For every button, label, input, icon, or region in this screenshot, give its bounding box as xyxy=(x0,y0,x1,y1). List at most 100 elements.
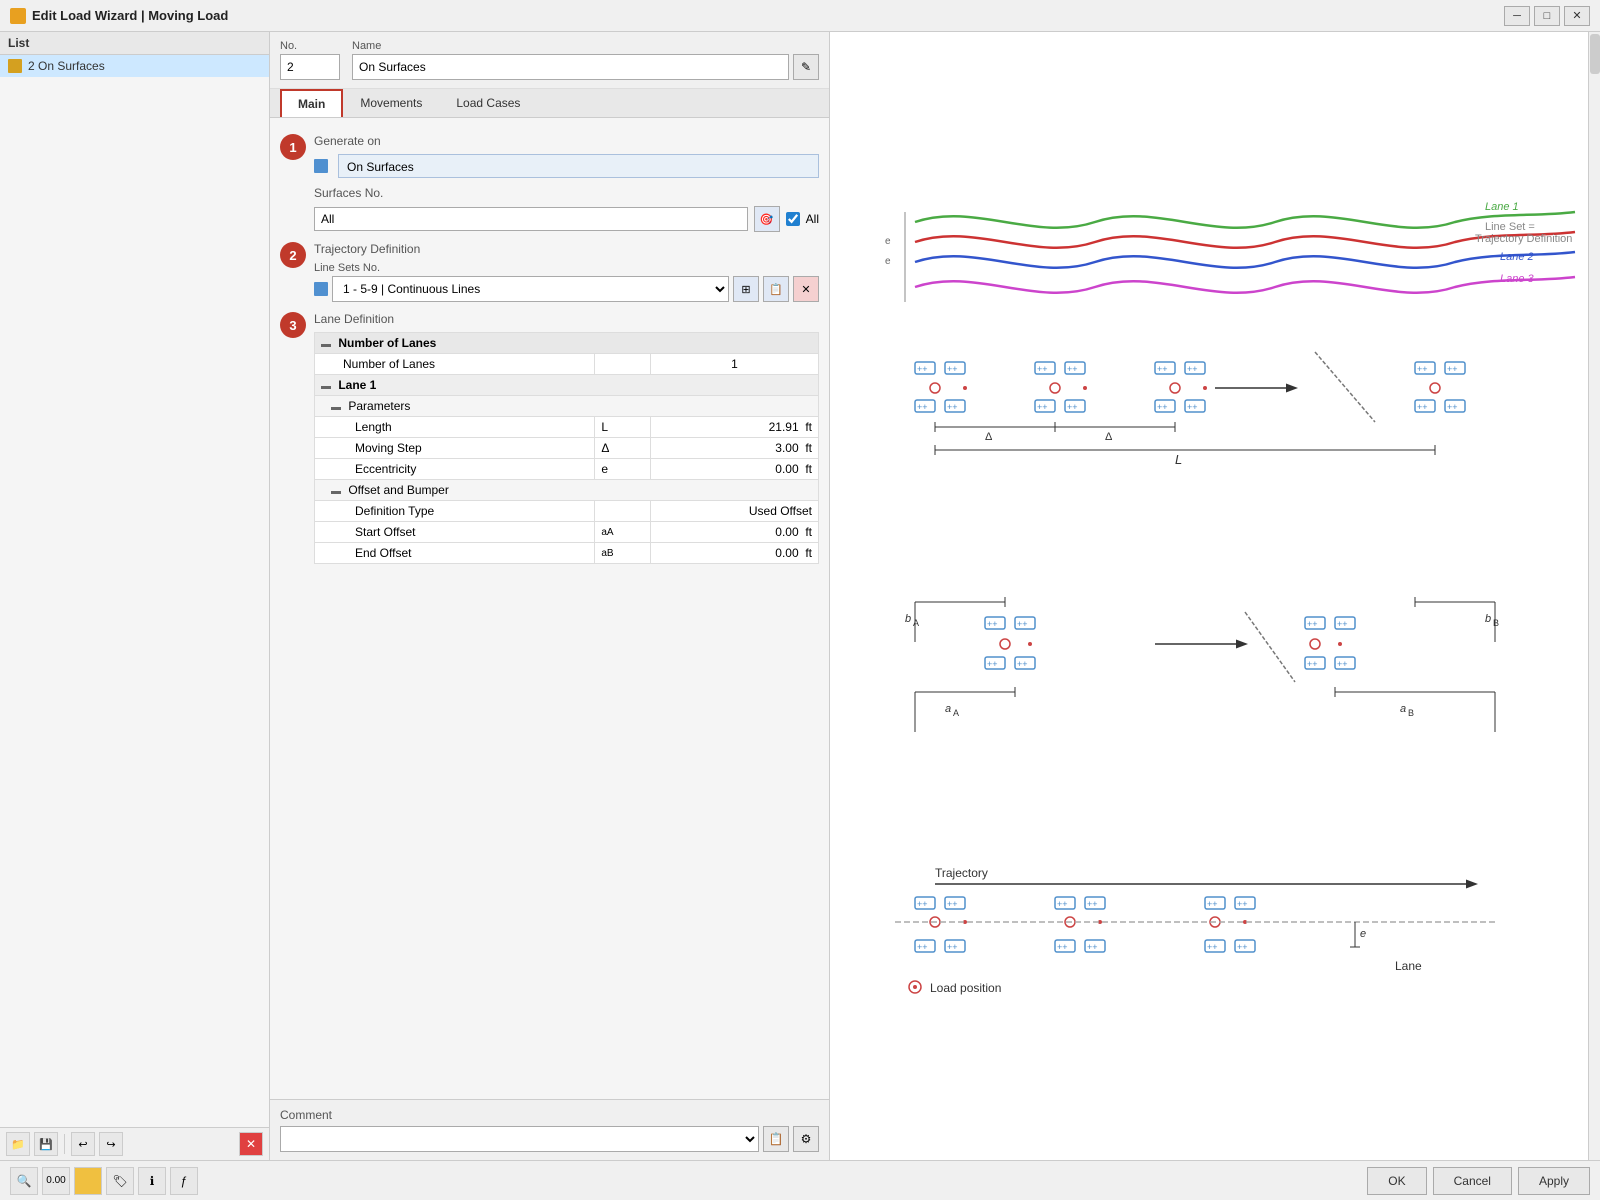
length-sym-cell: L xyxy=(595,417,651,438)
eccentricity-label: Eccentricity xyxy=(315,459,595,480)
lane1-label: Lane 1 xyxy=(338,378,376,392)
name-label: Name xyxy=(352,40,819,52)
step1-section: 1 Generate on On Surfaces Surfaces No. 🎯 xyxy=(294,134,819,232)
svg-text:a: a xyxy=(1400,703,1406,715)
line-sets-edit-button[interactable]: 📋 xyxy=(763,276,789,302)
line-sets-delete-button[interactable]: ✕ xyxy=(793,276,819,302)
cancel-button[interactable]: Cancel xyxy=(1433,1167,1512,1195)
undo-button[interactable]: ↩ xyxy=(71,1132,95,1156)
name-input[interactable] xyxy=(352,54,789,80)
step2-section: 2 Trajectory Definition Line Sets No. 1 … xyxy=(294,242,819,302)
lane-def-header: Lane Definition xyxy=(314,312,819,326)
lane1-header-row: ▬ Lane 1 xyxy=(315,375,819,396)
middle-top-diagram: ++ ++ ++ ++ ++ ++ xyxy=(915,352,1465,467)
svg-text:++: ++ xyxy=(1447,364,1458,374)
svg-text:++: ++ xyxy=(1057,942,1068,952)
list-item-icon xyxy=(8,59,22,73)
tab-movements[interactable]: Movements xyxy=(343,89,439,117)
svg-text:++: ++ xyxy=(1187,402,1198,412)
svg-text:Trajectory Definition: Trajectory Definition xyxy=(1475,233,1572,245)
num-lanes-value-cell: 1 xyxy=(651,354,819,375)
svg-text:++: ++ xyxy=(1207,899,1218,909)
eccentricity-sym: e xyxy=(595,459,651,480)
expand-icon-lane1[interactable]: ▬ xyxy=(321,381,331,392)
save-button[interactable]: 💾 xyxy=(34,1132,58,1156)
svg-text:a: a xyxy=(945,703,951,715)
line-sets-dropdown[interactable]: 1 - 5-9 | Continuous Lines xyxy=(332,276,729,302)
svg-text:++: ++ xyxy=(917,402,928,412)
expand-icon-num-lanes[interactable]: ▬ xyxy=(321,339,331,350)
svg-text:B: B xyxy=(1493,618,1499,628)
top-diagram: e e Lane 1 Line Set = Trajectory Definit… xyxy=(885,201,1575,302)
close-button[interactable]: ✕ xyxy=(1564,6,1590,26)
num-button[interactable]: 0.00 xyxy=(42,1167,70,1195)
left-panel: List 2 On Surfaces 📁 💾 ↩ ↪ ✕ xyxy=(0,32,270,1160)
comment-section: Comment 📋 ⚙ xyxy=(270,1099,829,1160)
svg-text:++: ++ xyxy=(1337,619,1348,629)
svg-text:++: ++ xyxy=(947,402,958,412)
comment-action-button[interactable]: ⚙ xyxy=(793,1126,819,1152)
svg-text:b: b xyxy=(1485,613,1491,625)
search-button[interactable]: 🔍 xyxy=(10,1167,38,1195)
diagram-svg: e e Lane 1 Line Set = Trajectory Definit… xyxy=(830,32,1600,1160)
surfaces-select-button[interactable]: 🎯 xyxy=(754,206,780,232)
expand-icon-params[interactable]: ▬ xyxy=(331,402,341,413)
folder-open-button[interactable]: 📁 xyxy=(6,1132,30,1156)
line-sets-add-button[interactable]: ⊞ xyxy=(733,276,759,302)
redo-button[interactable]: ↪ xyxy=(99,1132,123,1156)
minimize-button[interactable]: ─ xyxy=(1504,6,1530,26)
name-edit-button[interactable]: ✎ xyxy=(793,54,819,80)
window-title: Edit Load Wizard | Moving Load xyxy=(32,8,228,23)
def-type-row: Definition Type Used Offset xyxy=(315,501,819,522)
generate-on-header: Generate on xyxy=(314,134,819,148)
delete-button[interactable]: ✕ xyxy=(239,1132,263,1156)
step3-section: 3 Lane Definition ▬ Number of Lanes xyxy=(294,312,819,564)
func-button[interactable]: ƒ xyxy=(170,1167,198,1195)
tab-load-cases[interactable]: Load Cases xyxy=(439,89,537,117)
lane-table: ▬ Number of Lanes Number of Lanes 1 xyxy=(314,332,819,564)
scrollbar[interactable] xyxy=(1588,32,1600,1160)
center-panel: No. Name ✎ Main Movements Load Cases 1 xyxy=(270,32,830,1160)
list-header: List xyxy=(0,32,269,55)
length-value-cell: 21.91 ft xyxy=(651,417,819,438)
app-icon xyxy=(10,8,26,24)
svg-text:++: ++ xyxy=(917,899,928,909)
svg-text:Lane 3: Lane 3 xyxy=(1500,273,1535,285)
color-button[interactable] xyxy=(74,1167,102,1195)
surfaces-input[interactable] xyxy=(314,207,748,231)
svg-text:e: e xyxy=(1360,928,1366,940)
middle-bottom-diagram: b A b B ++ ++ ++ ++ xyxy=(905,597,1499,732)
params-row: ▬ Parameters xyxy=(315,396,819,417)
expand-icon-offset[interactable]: ▬ xyxy=(331,486,341,497)
maximize-button[interactable]: □ xyxy=(1534,6,1560,26)
offset-header-row: ▬ Offset and Bumper xyxy=(315,480,819,501)
apply-button[interactable]: Apply xyxy=(1518,1167,1590,1195)
bottom-actions: OK Cancel Apply xyxy=(1367,1167,1590,1195)
comment-input[interactable] xyxy=(280,1126,759,1152)
all-checkbox[interactable] xyxy=(786,212,800,226)
tab-main[interactable]: Main xyxy=(280,89,343,117)
start-offset-label: Start Offset xyxy=(315,522,595,543)
svg-text:Δ: Δ xyxy=(985,431,993,443)
tabs: Main Movements Load Cases xyxy=(270,89,829,118)
svg-text:++: ++ xyxy=(1307,659,1318,669)
svg-text:++: ++ xyxy=(947,942,958,952)
svg-text:++: ++ xyxy=(1417,364,1428,374)
tag-button[interactable]: 🏷 xyxy=(106,1167,134,1195)
svg-text:++: ++ xyxy=(1067,364,1078,374)
bottom-icons: 🔍 0.00 🏷 ℹ ƒ xyxy=(10,1167,1359,1195)
svg-text:++: ++ xyxy=(1037,364,1048,374)
comment-copy-button[interactable]: 📋 xyxy=(763,1126,789,1152)
step3-badge: 3 xyxy=(280,312,306,338)
no-input[interactable] xyxy=(280,54,340,80)
trajectory-label: Trajectory xyxy=(935,866,988,880)
list-item[interactable]: 2 On Surfaces xyxy=(0,55,269,77)
generate-on-value: On Surfaces xyxy=(338,154,819,178)
svg-text:++: ++ xyxy=(1207,942,1218,952)
svg-text:A: A xyxy=(953,708,959,718)
start-offset-value-cell: 0.00 ft xyxy=(651,522,819,543)
info-button[interactable]: ℹ xyxy=(138,1167,166,1195)
ok-button[interactable]: OK xyxy=(1367,1167,1426,1195)
title-bar: Edit Load Wizard | Moving Load ─ □ ✕ xyxy=(0,0,1600,32)
load-position-label: Load position xyxy=(930,981,1001,995)
